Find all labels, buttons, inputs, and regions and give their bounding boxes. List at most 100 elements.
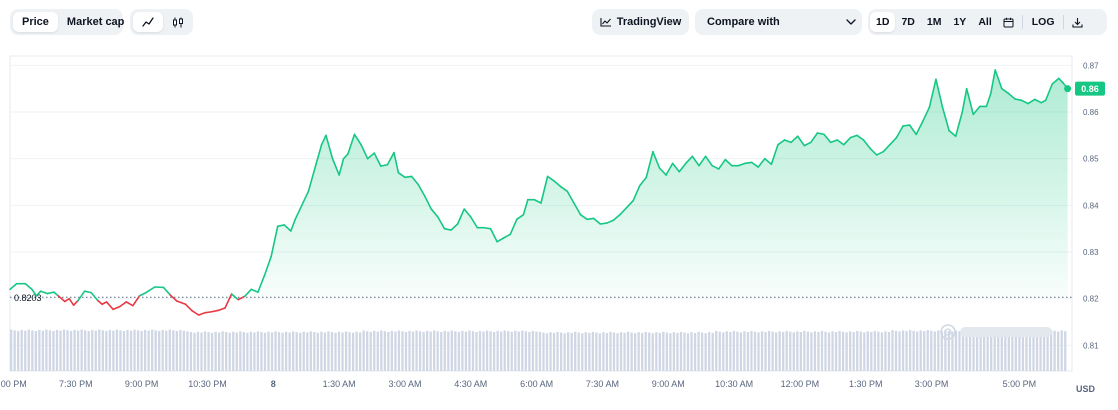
volume-bar: [824, 331, 827, 371]
volume-bar: [616, 333, 619, 371]
volume-bar: [662, 331, 665, 371]
volume-bar: [880, 332, 884, 371]
x-tick-label: 6:00 AM: [520, 379, 553, 389]
price-segment: [145, 286, 156, 294]
x-tick-label: 10:30 AM: [715, 379, 753, 389]
volume-bar: [45, 329, 48, 371]
volume-bar: [577, 332, 580, 371]
volume-bar: [489, 331, 492, 371]
volume-bar: [933, 331, 936, 371]
volume-bar: [729, 332, 732, 371]
price-segment: [162, 286, 171, 296]
x-tick-label: 3:00 AM: [388, 379, 421, 389]
volume-bar: [789, 331, 792, 371]
volume-bar: [884, 331, 887, 371]
volume-bar: [418, 331, 422, 371]
price-segment: [169, 294, 178, 302]
volume-bar: [73, 329, 76, 371]
volume-bar: [101, 330, 104, 371]
volume-bar: [968, 331, 972, 371]
volume-bar: [496, 330, 499, 371]
volume-bar: [189, 332, 193, 371]
volume-bar: [433, 330, 436, 371]
x-tick-label: 6:00 PM: [0, 379, 27, 389]
volume-bar: [228, 332, 231, 371]
volume-bar: [179, 329, 182, 371]
volume-bar: [260, 332, 263, 371]
x-tick-label: 10:30 PM: [188, 379, 227, 389]
volume-bar: [753, 331, 757, 371]
price-segment: [90, 291, 99, 302]
volume-bar: [76, 330, 80, 371]
volume-bar: [475, 331, 478, 371]
volume-bar: [66, 330, 69, 371]
price-area: [251, 70, 1068, 298]
volume-bar: [249, 331, 253, 371]
volume-bar: [704, 333, 707, 371]
volume-bar: [658, 332, 661, 371]
watermark-logo: [940, 324, 1052, 340]
volume-bar: [482, 331, 485, 371]
volume-bar: [172, 330, 175, 371]
volume-bar: [158, 331, 161, 371]
volume-bar: [901, 330, 905, 371]
volume-bar: [775, 332, 778, 371]
price-segment: [204, 310, 213, 314]
volume-bar: [295, 332, 298, 371]
volume-bar: [708, 332, 711, 371]
volume-bar: [676, 332, 679, 371]
volume-bar: [655, 332, 658, 371]
volume-bar: [919, 330, 922, 371]
volume-bar: [641, 332, 644, 371]
volume-bar: [570, 332, 573, 371]
volume-bar: [923, 331, 926, 371]
volume-bar: [457, 331, 461, 371]
x-tick-label: 7:30 PM: [59, 379, 93, 389]
volume-bar: [186, 331, 189, 371]
volume-bar: [1046, 331, 1049, 371]
volume-bar: [916, 331, 919, 371]
price-segment: [191, 309, 200, 316]
price-segment: [404, 175, 413, 179]
volume-bar: [975, 331, 979, 371]
price-segment: [118, 301, 128, 308]
volume-bar: [80, 329, 83, 371]
price-segment: [217, 307, 226, 312]
volume-bar: [288, 332, 291, 371]
price-segment: [112, 305, 121, 311]
y-tick-label: 0.86: [1083, 108, 1099, 117]
volume-bar: [873, 330, 877, 371]
price-segment: [68, 297, 75, 307]
volume-bar: [559, 332, 563, 371]
volume-bar: [637, 332, 640, 371]
volume-bar: [450, 330, 453, 371]
volume-bar: [140, 331, 143, 371]
volume-bar: [87, 331, 90, 371]
volume-bar: [478, 330, 482, 371]
volume-bar: [700, 332, 704, 371]
price-segment: [175, 300, 187, 306]
volume-bar: [143, 329, 147, 371]
volume-bar: [330, 332, 334, 371]
volume-bar: [697, 331, 700, 371]
volume-bar: [147, 330, 150, 371]
volume-bar: [1011, 331, 1014, 371]
volume-bar: [743, 331, 746, 371]
volume-bar: [355, 331, 358, 371]
price-chart[interactable]: 0.8203 0.870.860.850.840.830.820.81 6:00…: [0, 0, 1118, 410]
volume-bar: [52, 331, 55, 371]
current-price-marker: 0.86: [1064, 81, 1105, 96]
volume-bar: [841, 331, 845, 371]
volume-bar: [958, 331, 961, 371]
volume-bar: [136, 330, 140, 371]
price-segment: [53, 291, 60, 297]
volume-bar: [447, 331, 450, 371]
volume-bar: [200, 332, 203, 371]
volume-bar: [232, 331, 235, 371]
volume-bar: [905, 331, 908, 371]
volume-bar: [422, 331, 425, 371]
volume-bar: [778, 331, 781, 371]
volume-bar: [782, 332, 785, 371]
volume-bar: [852, 332, 855, 371]
volume-bar: [274, 331, 277, 371]
